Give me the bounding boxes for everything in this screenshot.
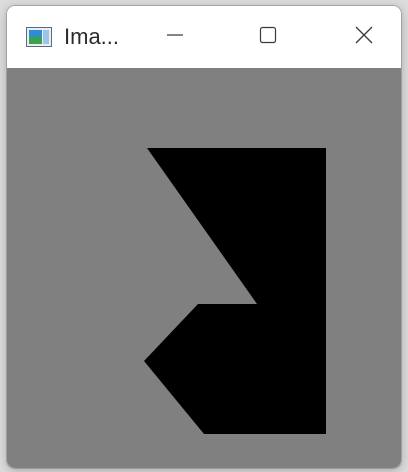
image-canvas [7,68,401,468]
minimize-button[interactable] [148,6,202,68]
black-polygon [144,148,326,434]
maximize-icon [258,25,278,50]
window-title: Ima... [64,24,120,49]
window-titlebar[interactable]: Ima... [7,6,401,68]
minimize-icon [165,25,185,50]
maximize-button[interactable] [241,6,295,68]
image-display [144,148,326,434]
image-window: Ima... [7,6,401,468]
close-button[interactable] [337,6,391,68]
close-icon [354,25,374,50]
image-window-icon [26,27,52,47]
